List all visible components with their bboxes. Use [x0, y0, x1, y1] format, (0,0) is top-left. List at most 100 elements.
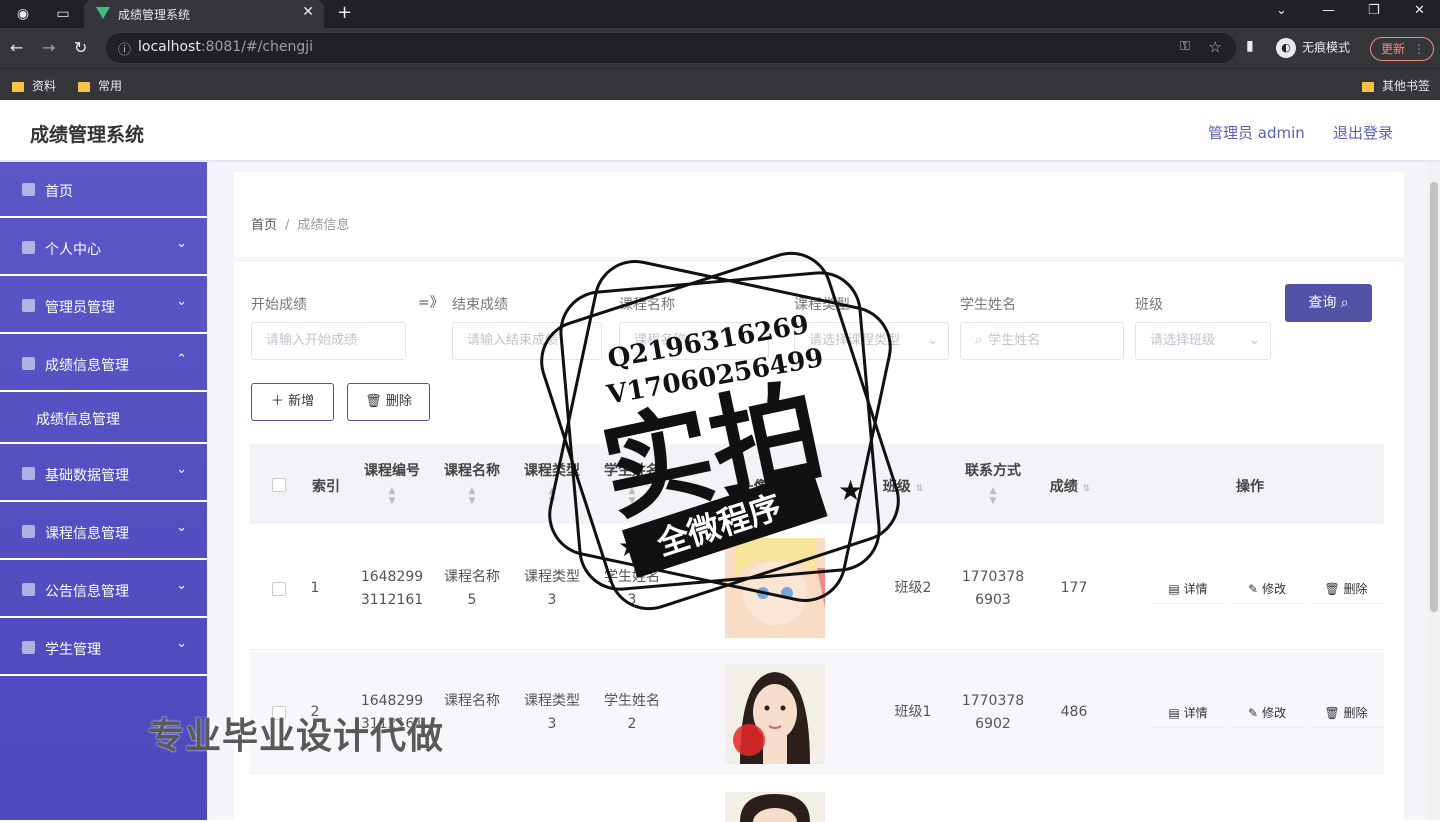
chevron-down-icon: ⌄	[176, 294, 187, 309]
update-button[interactable]: 更新 ⋮	[1370, 37, 1434, 61]
sort-icon: ⇅	[915, 484, 924, 494]
menu-icon	[22, 299, 35, 312]
chevron-up-icon: ⌃	[176, 352, 187, 367]
sort-icon: ⇅	[1082, 484, 1091, 494]
browser-tab[interactable]: 成绩管理系统 ✕	[84, 0, 324, 28]
admin-label: 管理员 admin	[1208, 124, 1305, 142]
sidebar-item-basic-data[interactable]: 基础数据管理 ⌄	[0, 446, 207, 502]
url-text: localhost:8081/#/chengji	[138, 39, 314, 55]
trash-icon: 🗑	[1324, 706, 1340, 720]
edit-icon: ✎	[1248, 582, 1259, 596]
avatar[interactable]	[725, 792, 825, 822]
logout-link[interactable]: 退出登录	[1333, 122, 1393, 143]
cell-score: 177	[1060, 580, 1088, 596]
globe-icon[interactable]: ◉	[14, 5, 32, 23]
col-score[interactable]: 成绩 ⇅	[1036, 476, 1104, 496]
sidebar-item-course[interactable]: 课程信息管理 ⌄	[0, 504, 207, 560]
document-icon: ▤	[1168, 706, 1180, 720]
delete-button[interactable]: 🗑 删除	[1310, 574, 1382, 604]
sidebar-item-home[interactable]: 首页	[0, 162, 207, 218]
col-phone[interactable]: 联系方式 ▲ ▼	[950, 460, 1036, 506]
detail-button[interactable]: ▤ 详情	[1152, 698, 1224, 728]
breadcrumb: 首页 / 成绩信息	[251, 218, 350, 233]
back-icon[interactable]: ←	[10, 38, 23, 57]
chevron-down-icon: ⌄	[176, 636, 187, 651]
end-score-label: 结束成绩	[452, 297, 508, 313]
edit-button[interactable]: ✎ 修改	[1231, 574, 1303, 604]
detail-button[interactable]: ▤ 详情	[1152, 574, 1224, 604]
folder-icon	[78, 81, 90, 92]
cell-student-name: 学生姓名 2	[604, 693, 660, 732]
scrollbar[interactable]	[1428, 162, 1440, 820]
monitor-icon	[22, 467, 35, 480]
delete-button[interactable]: 🗑 删除	[1310, 698, 1382, 728]
star-icon[interactable]: ☆	[1209, 38, 1222, 56]
restore-icon[interactable]: ❐	[1368, 3, 1380, 18]
compass-icon	[22, 583, 35, 596]
cell-score: 486	[1060, 704, 1088, 720]
student-name-input[interactable]: ⌕ 学生姓名	[960, 322, 1124, 360]
range-arrow: =》	[418, 295, 444, 311]
minimize-icon[interactable]: —	[1322, 3, 1335, 18]
address-bar-row: ← → ↻ ⓘ localhost:8081/#/chengji ⚿ ☆ ▮	[0, 28, 1440, 68]
app-title: 成绩管理系统	[30, 124, 145, 146]
copy-icon	[22, 357, 35, 370]
sidebar-item-student[interactable]: 学生管理 ⌄	[0, 620, 207, 676]
sidebar-item-score[interactable]: 成绩信息管理 ⌃	[0, 336, 207, 392]
chevron-down-icon: ⌄	[176, 236, 187, 251]
forward-icon[interactable]: →	[42, 38, 55, 57]
student-name-label: 学生姓名	[960, 297, 1016, 313]
stamp-watermark: Q2196316269 V17060256499 实拍 全微程序 ★ ★	[540, 251, 900, 611]
folder-icon	[1362, 81, 1374, 92]
scrollbar-thumb[interactable]	[1430, 182, 1438, 612]
class-select[interactable]: 请选择班级 ⌄	[1135, 322, 1271, 360]
breadcrumb-current: 成绩信息	[297, 218, 350, 233]
sidebar-subitem-score[interactable]: 成绩信息管理	[0, 394, 207, 444]
search-icon: ⌕	[1340, 295, 1349, 311]
url-input[interactable]: ⓘ localhost:8081/#/chengji ⚿ ☆	[106, 33, 1236, 63]
breadcrumb-home[interactable]: 首页	[251, 218, 277, 233]
reload-icon[interactable]: ↻	[74, 38, 87, 57]
sidebar-toggle-icon[interactable]: ▮	[1246, 38, 1254, 54]
col-course-code[interactable]: 课程编号 ▲ ▼	[354, 460, 430, 506]
col-course-name[interactable]: 课程名称 ▲ ▼	[434, 460, 510, 506]
star-icon: ★	[618, 530, 643, 563]
close-window-icon[interactable]: ✕	[1414, 3, 1425, 18]
incognito-indicator[interactable]: ◐ 无痕模式	[1276, 38, 1350, 58]
bookmarks-bar: 资料 常用 其他书签	[0, 68, 1440, 100]
chevron-down-icon: ⌄	[1249, 333, 1260, 348]
class-label: 班级	[1135, 297, 1163, 313]
sidebar-item-profile[interactable]: 个人中心 ⌄	[0, 220, 207, 276]
bookmark-folder[interactable]: 资料	[12, 77, 56, 94]
browser-tab-bar: ◉ ▭ 成绩管理系统 ✕ + ⌄ — ❐ ✕	[0, 0, 1440, 28]
folder-icon	[12, 81, 24, 92]
start-score-label: 开始成绩	[251, 297, 307, 313]
document-icon: ▤	[1168, 582, 1180, 596]
close-tab-icon[interactable]: ✕	[302, 4, 314, 20]
edit-button[interactable]: ✎ 修改	[1231, 698, 1303, 728]
chevron-down-icon: ⌄	[927, 333, 938, 348]
trash-icon: 🗑	[1324, 582, 1340, 596]
add-button[interactable]: ＋ 新增	[251, 383, 334, 421]
search-button[interactable]: 查询 ⌕	[1285, 284, 1372, 322]
bookmark-folder[interactable]: 常用	[78, 77, 122, 94]
row-checkbox[interactable]	[272, 582, 286, 596]
sidebar-item-admin[interactable]: 管理员管理 ⌄	[0, 278, 207, 334]
new-tab-icon[interactable]: +	[337, 2, 352, 23]
chevron-down-icon[interactable]: ⌄	[1276, 3, 1287, 18]
sidebar-item-notice[interactable]: 公告信息管理 ⌄	[0, 562, 207, 618]
cell-index: 1	[310, 580, 320, 596]
key-icon[interactable]: ⚿	[1180, 39, 1190, 54]
edit-icon: ✎	[1248, 706, 1259, 720]
batch-delete-button[interactable]: 🗑 删除	[347, 383, 430, 421]
cell-phone: 1770378 6902	[961, 693, 1025, 732]
user-icon	[22, 241, 35, 254]
start-score-input[interactable]: 请输入开始成绩	[251, 322, 406, 360]
sort-icon: ▲ ▼	[468, 486, 476, 506]
other-bookmarks[interactable]: 其他书签	[1362, 77, 1430, 94]
select-all-checkbox[interactable]	[272, 478, 286, 492]
tab-switcher-icon[interactable]: ▭	[54, 5, 72, 23]
power-icon	[22, 525, 35, 538]
incognito-icon: ◐	[1276, 38, 1296, 58]
site-info-icon[interactable]: ⓘ	[118, 39, 131, 58]
